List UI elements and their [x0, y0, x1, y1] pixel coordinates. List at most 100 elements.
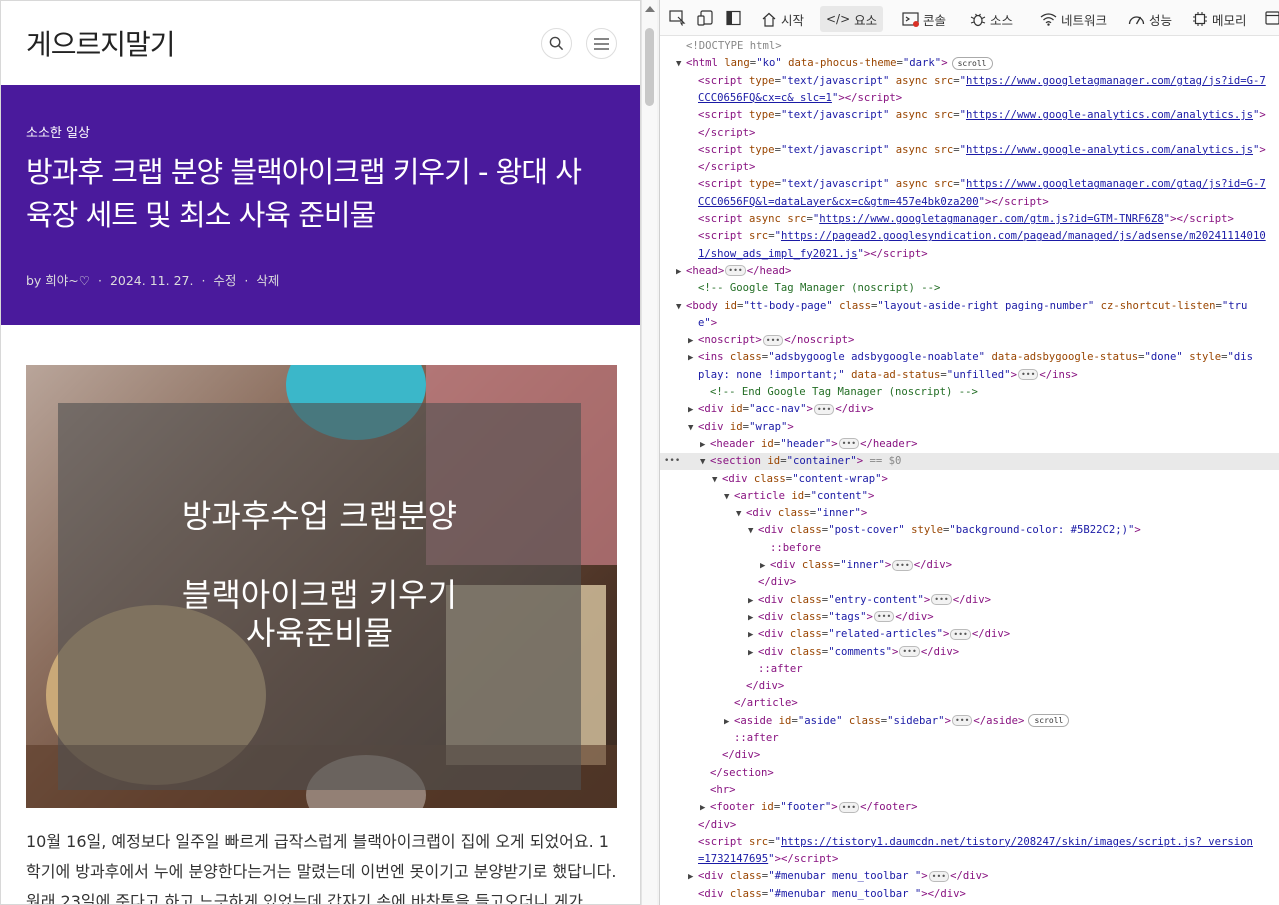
expand-triangle-icon[interactable]: ▶ [688, 402, 698, 419]
dom-node-line[interactable]: </script> [660, 159, 1279, 176]
tab-performance[interactable]: 성능 [1122, 6, 1178, 32]
dom-node-line[interactable]: ▶ <noscript> ••• </noscript> [660, 332, 1279, 349]
expand-triangle-icon[interactable]: ▶ [748, 645, 758, 662]
dom-node-line[interactable]: CCC0656FQ&l=dataLayer&cx=c&gtm=457e4bk0z… [660, 194, 1279, 211]
console-icon [902, 11, 919, 27]
dom-node-line[interactable]: </div> [660, 817, 1279, 834]
dom-node-line[interactable]: 1/show_ads_impl_fy2021.js"></script> [660, 246, 1279, 263]
dom-node-line[interactable]: <!-- End Google Tag Manager (noscript) -… [660, 384, 1279, 401]
dom-node-line[interactable]: ▼ <div class="inner"> [660, 505, 1279, 522]
expand-triangle-icon[interactable]: ▶ [688, 350, 698, 367]
dom-node-line[interactable]: =1732147695"></script> [660, 851, 1279, 868]
dom-node-line[interactable]: </div> [660, 678, 1279, 695]
dom-node-line[interactable]: <!DOCTYPE html> [660, 38, 1279, 55]
toggle-sidebar-icon[interactable] [725, 10, 742, 26]
collapse-triangle-icon[interactable]: ▼ [676, 299, 686, 316]
dom-node-line[interactable]: ▼ <body id="tt-body-page" class="layout-a… [660, 298, 1279, 315]
blog-title[interactable]: 게으르지말기 [26, 23, 176, 63]
dom-node-line[interactable]: ::after [660, 661, 1279, 678]
expand-triangle-icon[interactable]: ▶ [760, 558, 770, 575]
dom-node-line[interactable]: ::before [660, 540, 1279, 557]
dom-node-line[interactable]: <script type="text/javascript" async src… [660, 73, 1279, 90]
expand-triangle-icon[interactable]: ▶ [700, 437, 710, 454]
expand-triangle-icon[interactable]: ▶ [748, 610, 758, 627]
expand-triangle-icon[interactable]: ▶ [676, 264, 686, 281]
dom-node-markup: ::after [734, 732, 779, 744]
dom-node-line[interactable]: ▶ <div class="inner"> ••• </div> [660, 557, 1279, 574]
dom-node-line[interactable]: <script async src="https://www.googletag… [660, 211, 1279, 228]
expand-triangle-icon[interactable]: ▶ [688, 333, 698, 350]
expand-triangle-icon[interactable]: ▶ [748, 593, 758, 610]
device-emulation-icon[interactable] [697, 10, 714, 26]
dom-node-markup: <div class="inner"> [746, 507, 868, 520]
collapse-triangle-icon[interactable]: ▼ [688, 420, 698, 437]
collapse-triangle-icon[interactable]: ▼ [724, 489, 734, 506]
dom-node-line[interactable]: ▶ <div class="related-articles"> ••• </div> [660, 626, 1279, 643]
expand-triangle-icon[interactable]: ▶ [724, 714, 734, 731]
dom-node-line[interactable]: <hr> [660, 782, 1279, 799]
dom-node-line[interactable]: ▶ <div id="acc-nav"> ••• </div> [660, 401, 1279, 418]
dom-node-line[interactable]: <div class="#menubar menu_toolbar "></di… [660, 886, 1279, 903]
menu-button[interactable] [586, 28, 617, 59]
dom-node-line[interactable]: ▶ <header id="header"> ••• </header> [660, 436, 1279, 453]
tab-console[interactable]: 콘솔 [896, 6, 952, 32]
expand-triangle-icon[interactable]: ▶ [700, 800, 710, 817]
dom-node-line[interactable]: ▶ <div class="comments"> ••• </div> [660, 644, 1279, 661]
dom-node-line[interactable]: </script> [660, 125, 1279, 142]
collapse-triangle-icon[interactable]: ▼ [712, 472, 722, 489]
tab-sources[interactable]: 소스 [964, 6, 1019, 32]
dom-node-markup: =1732147695"></script> [698, 853, 839, 866]
collapse-triangle-icon[interactable]: ▼ [700, 454, 710, 471]
page-scrollbar[interactable] [641, 0, 657, 905]
home-icon [762, 12, 776, 27]
post-category[interactable]: 소소한 일상 [26, 122, 90, 141]
dom-node-line[interactable]: </article> [660, 695, 1279, 712]
dom-node-line[interactable]: ▶ <div class="#menubar menu_toolbar "> •••… [660, 868, 1279, 885]
dom-node-markup: <noscript> ••• </noscript> [698, 334, 855, 347]
dom-node-line[interactable]: </div> [660, 574, 1279, 591]
dom-node-line[interactable]: CCC0656FQ&cx=c& slc=1"></script> [660, 90, 1279, 107]
collapse-triangle-icon[interactable]: ▼ [748, 523, 758, 540]
node-actions-ellipsis[interactable]: ••• [664, 453, 680, 470]
tab-memory[interactable]: 메모리 [1186, 6, 1253, 32]
dom-node-line[interactable]: <script type="text/javascript" async src… [660, 142, 1279, 159]
dom-node-line[interactable]: ▶ <div class="tags"> ••• </div> [660, 609, 1279, 626]
expand-triangle-icon[interactable]: ▶ [748, 627, 758, 644]
dom-node-line[interactable]: ▼ <div class="content-wrap"> [660, 471, 1279, 488]
edit-link[interactable]: 수정 [213, 273, 236, 288]
dom-node-line[interactable]: ▼ <div id="wrap"> [660, 419, 1279, 436]
dom-node-line[interactable]: </section> [660, 765, 1279, 782]
dom-node-line[interactable]: <script type="text/javascript" async src… [660, 107, 1279, 124]
inspect-element-icon[interactable] [669, 10, 686, 26]
dom-node-line[interactable]: ::after [660, 730, 1279, 747]
dom-node-line[interactable]: e"> [660, 315, 1279, 332]
application-icon[interactable] [1264, 10, 1279, 26]
scroll-up-arrow-icon[interactable] [645, 6, 655, 12]
dom-node-line[interactable]: ▶ <aside id="aside" class="sidebar"> ••• </… [660, 713, 1279, 730]
dom-node-line[interactable]: ▼ <html lang="ko" data-phocus-theme="dark… [660, 55, 1279, 72]
dom-node-line[interactable]: ▶ <div class="entry-content"> ••• </div> [660, 592, 1279, 609]
collapse-triangle-icon[interactable]: ▼ [676, 56, 686, 73]
dom-node-markup: ::before [770, 541, 822, 554]
dom-node-line[interactable]: ▼ <div class="post-cover" style="backgrou… [660, 522, 1279, 539]
expand-triangle-icon[interactable]: ▶ [688, 869, 698, 886]
scroll-thumb[interactable] [645, 28, 654, 106]
dom-node-line[interactable]: <script src="https://tistory1.daumcdn.ne… [660, 834, 1279, 851]
tab-welcome[interactable]: 시작 [755, 6, 810, 32]
delete-link[interactable]: 삭제 [256, 273, 279, 288]
dom-node-line[interactable]: ▶ <footer id="footer"> ••• </footer> [660, 799, 1279, 816]
tab-label: 소스 [990, 12, 1014, 28]
search-button[interactable] [541, 28, 572, 59]
dom-node-line[interactable]: <script src="https://pagead2.googlesyndi… [660, 228, 1279, 245]
tab-elements[interactable]: </> 요소 [820, 6, 884, 32]
tab-network[interactable]: 네트워크 [1034, 6, 1113, 32]
dom-node-line[interactable]: ▶ <ins class="adsbygoogle adsbygoogle-noa… [660, 349, 1279, 366]
dom-node-line[interactable]: </div> [660, 747, 1279, 764]
dom-node-line[interactable]: ▼ <section id="container"> == $0 ••• [660, 453, 1279, 471]
collapse-triangle-icon[interactable]: ▼ [736, 506, 746, 523]
dom-node-line[interactable]: <script type="text/javascript" async src… [660, 176, 1279, 193]
dom-node-line[interactable]: ▶ <head> ••• </head> [660, 263, 1279, 280]
dom-node-line[interactable]: play: none !important;" data-ad-status="… [660, 367, 1279, 384]
dom-node-line[interactable]: ▼ <article id="content"> [660, 488, 1279, 505]
dom-node-line[interactable]: <!-- Google Tag Manager (noscript) --> [660, 280, 1279, 297]
